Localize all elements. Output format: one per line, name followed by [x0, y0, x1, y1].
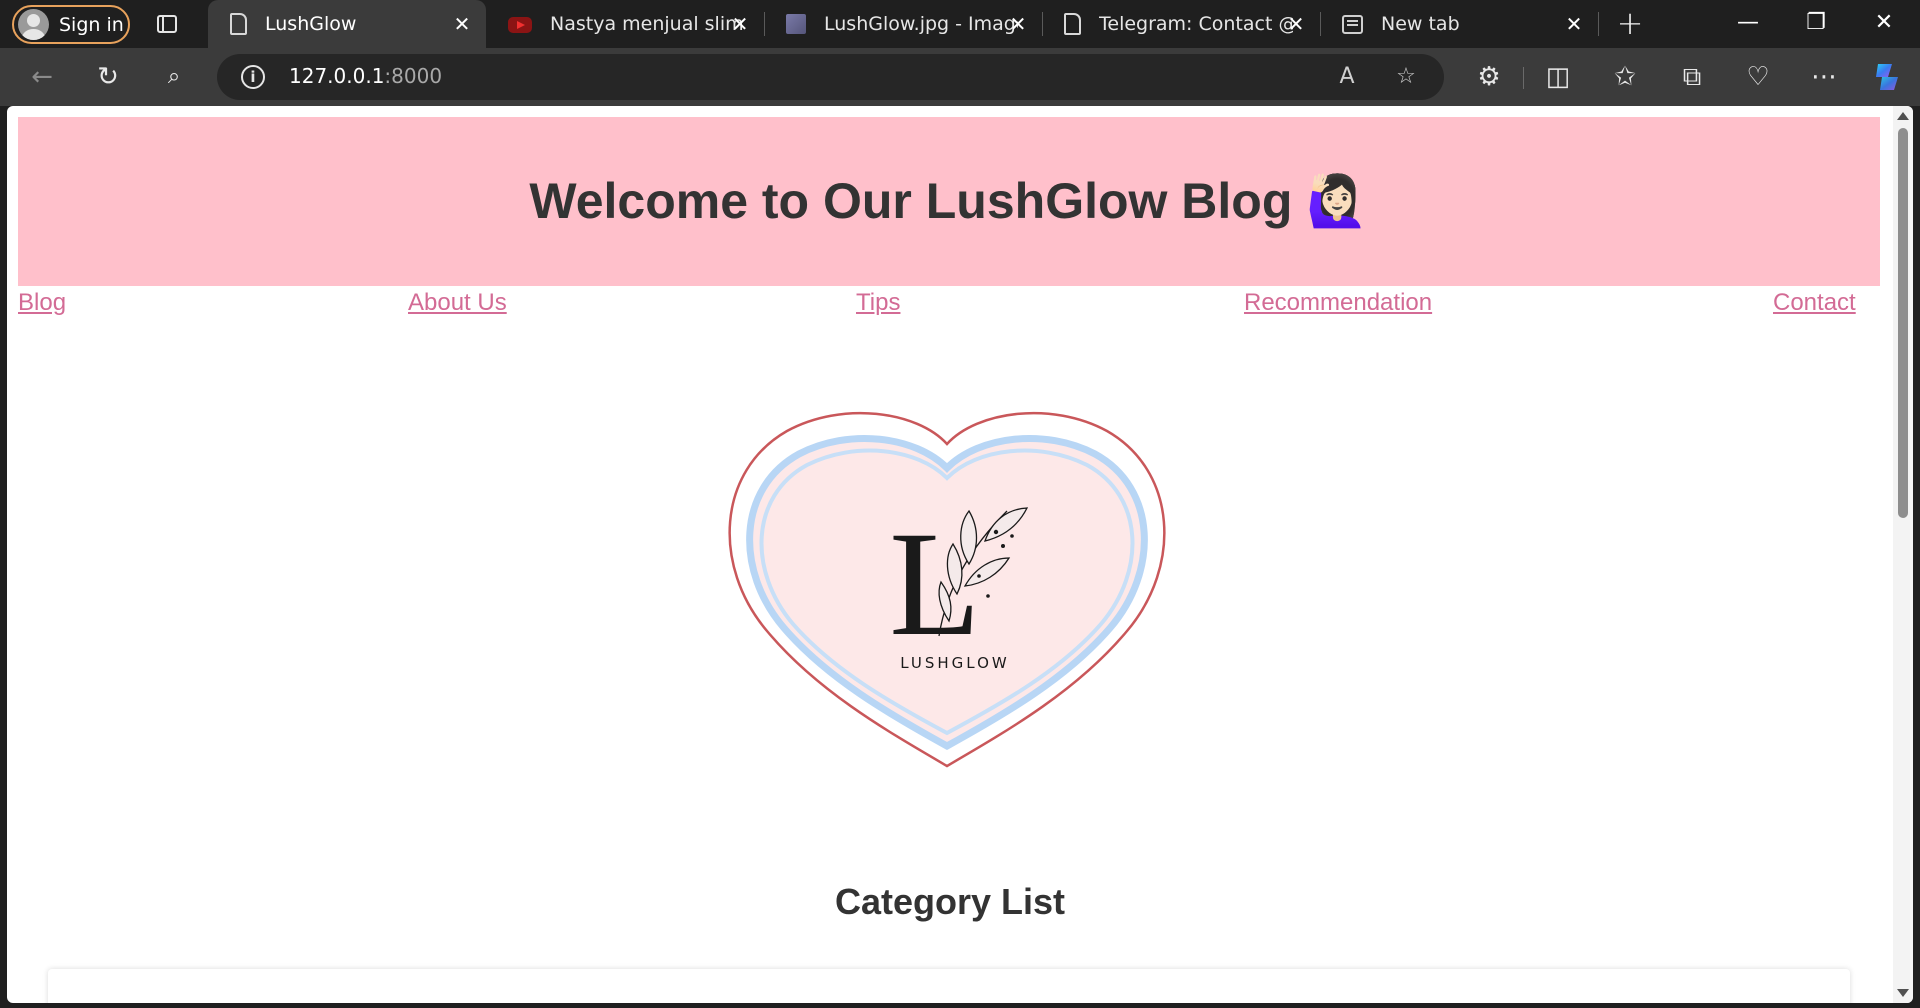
page-viewport: Welcome to Our LushGlow Blog 🙋🏻‍♀️ Blog …	[7, 106, 1913, 1003]
more-options-icon[interactable]: ⋯	[1805, 58, 1843, 96]
restore-button[interactable]: ❐	[1783, 0, 1849, 48]
scroll-down-icon[interactable]	[1897, 989, 1909, 997]
close-tab-icon[interactable]: ✕	[450, 12, 474, 36]
close-tab-icon[interactable]: ✕	[1284, 12, 1308, 36]
avatar-icon	[18, 9, 49, 40]
tab-title: Nastya menjual slime d	[550, 13, 744, 35]
split-screen-icon[interactable]: ◫	[1539, 58, 1577, 96]
lushglow-logo: L LUSHGLOW	[707, 396, 1187, 776]
tab-telegram[interactable]: Telegram: Contact @m ✕	[1042, 0, 1320, 48]
nav-link-about-us[interactable]: About Us	[408, 289, 507, 317]
close-tab-icon[interactable]: ✕	[1562, 12, 1586, 36]
tab-title: Telegram: Contact @m	[1099, 13, 1293, 35]
toolbar-separator	[1523, 67, 1524, 89]
search-icon[interactable]: ⌕	[155, 58, 193, 96]
address-bar[interactable]: i 127.0.0.1:8000 A ☆	[217, 54, 1444, 100]
back-button[interactable]: ←	[23, 58, 61, 96]
sign-in-label: Sign in	[59, 13, 124, 36]
minimize-button[interactable]: —	[1715, 0, 1781, 48]
nav-link-recommendation[interactable]: Recommendation	[1244, 289, 1432, 317]
page-title: Welcome to Our LushGlow Blog 🙋🏻‍♀️	[529, 173, 1369, 229]
tab-actions-icon[interactable]	[150, 10, 180, 38]
tab-title: LushGlow	[265, 13, 357, 35]
refresh-button[interactable]: ↻	[89, 58, 127, 96]
tab-youtube[interactable]: Nastya menjual slime d ✕	[486, 0, 764, 48]
extensions-icon[interactable]: ⚙	[1470, 58, 1508, 96]
copilot-icon[interactable]	[1868, 58, 1906, 96]
close-window-button[interactable]: ✕	[1851, 0, 1917, 48]
scrollbar-thumb[interactable]	[1898, 128, 1908, 518]
address-text[interactable]: 127.0.0.1:8000	[289, 64, 442, 88]
close-tab-icon[interactable]: ✕	[1006, 12, 1030, 36]
tab-new-tab[interactable]: New tab ✕	[1320, 0, 1598, 48]
youtube-icon	[508, 17, 532, 33]
site-info-icon[interactable]: i	[241, 65, 265, 89]
sign-in-button[interactable]: Sign in	[12, 5, 130, 44]
category-list-card	[48, 969, 1850, 1003]
scroll-up-icon[interactable]	[1897, 112, 1909, 120]
tab-title: New tab	[1381, 13, 1460, 35]
favorite-star-icon[interactable]: ☆	[1390, 61, 1422, 93]
vertical-scrollbar[interactable]	[1893, 106, 1913, 1003]
tab-image[interactable]: LushGlow.jpg - Image v ✕	[764, 0, 1042, 48]
browser-essentials-icon[interactable]: ♡	[1739, 58, 1777, 96]
document-icon	[230, 13, 247, 35]
close-tab-icon[interactable]: ✕	[728, 12, 752, 36]
tab-lushglow[interactable]: LushGlow ✕	[208, 0, 486, 48]
navigation-bar: ← ↻ ⌕ i 127.0.0.1:8000 A ☆ ⚙ ◫ ✩ ⧉ ♡ ⋯	[0, 48, 1920, 106]
new-tab-button[interactable]: +	[1614, 7, 1646, 40]
site-navigation: Blog About Us Tips Recommendation Contac…	[18, 289, 1880, 319]
tab-strip: Sign in LushGlow ✕ Nastya menjual slime …	[0, 0, 1920, 48]
read-aloud-icon[interactable]: A	[1331, 61, 1363, 93]
logo-wordmark: LUSHGLOW	[900, 654, 1009, 672]
nav-link-contact[interactable]: Contact	[1773, 289, 1856, 317]
document-icon	[1064, 13, 1081, 35]
favorites-icon[interactable]: ✩	[1606, 58, 1644, 96]
nav-link-blog[interactable]: Blog	[18, 289, 66, 317]
page-header: Welcome to Our LushGlow Blog 🙋🏻‍♀️	[18, 117, 1880, 286]
nav-link-tips[interactable]: Tips	[856, 289, 900, 317]
tab-separator	[1598, 12, 1599, 36]
image-icon	[786, 14, 806, 34]
new-tab-icon	[1342, 14, 1363, 34]
raising-hand-emoji: 🙋🏻‍♀️	[1306, 173, 1369, 229]
tab-title: LushGlow.jpg - Image v	[824, 13, 1018, 35]
category-list-heading: Category List	[834, 881, 1066, 922]
collections-icon[interactable]: ⧉	[1673, 58, 1711, 96]
